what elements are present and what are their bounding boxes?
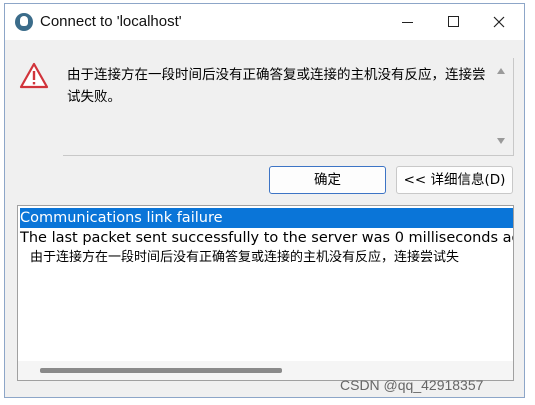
error-message: 由于连接方在一段时间后没有正确答复或连接的主机没有反应，连接尝试失败。 bbox=[67, 67, 486, 105]
scrollbar-thumb[interactable] bbox=[40, 368, 282, 373]
details-toggle-button[interactable]: << 详细信息(D) bbox=[396, 166, 513, 194]
ok-button[interactable]: 确定 bbox=[269, 166, 386, 194]
details-list[interactable]: Communications link failure The last pac… bbox=[17, 205, 514, 381]
scroll-up-arrow[interactable] bbox=[497, 68, 505, 74]
close-icon bbox=[493, 16, 505, 28]
title-bar[interactable]: Connect to 'localhost' bbox=[5, 4, 524, 40]
app-dolphin-icon bbox=[15, 13, 33, 31]
watermark-text: CSDN @qq_42918357 bbox=[340, 377, 484, 393]
message-box: 由于连接方在一段时间后没有正确答复或连接的主机没有反应，连接尝试失败。 bbox=[63, 58, 514, 156]
window-title: Connect to 'localhost' bbox=[40, 13, 182, 30]
scroll-down-arrow[interactable] bbox=[497, 138, 505, 144]
close-button[interactable] bbox=[476, 4, 522, 40]
dialog-window: Connect to 'localhost' 由于连接方在一段时间后没有正确答复… bbox=[4, 3, 525, 398]
maximize-button[interactable] bbox=[430, 4, 476, 40]
minimize-button[interactable] bbox=[384, 4, 430, 40]
warning-triangle-icon bbox=[19, 62, 49, 89]
details-line[interactable]: The last packet sent successfully to the… bbox=[20, 228, 513, 248]
details-line-selected[interactable]: Communications link failure bbox=[20, 208, 513, 228]
details-line[interactable]: 由于连接方在一段时间后没有正确答复或连接的主机没有反应，连接尝试失 bbox=[20, 248, 459, 268]
